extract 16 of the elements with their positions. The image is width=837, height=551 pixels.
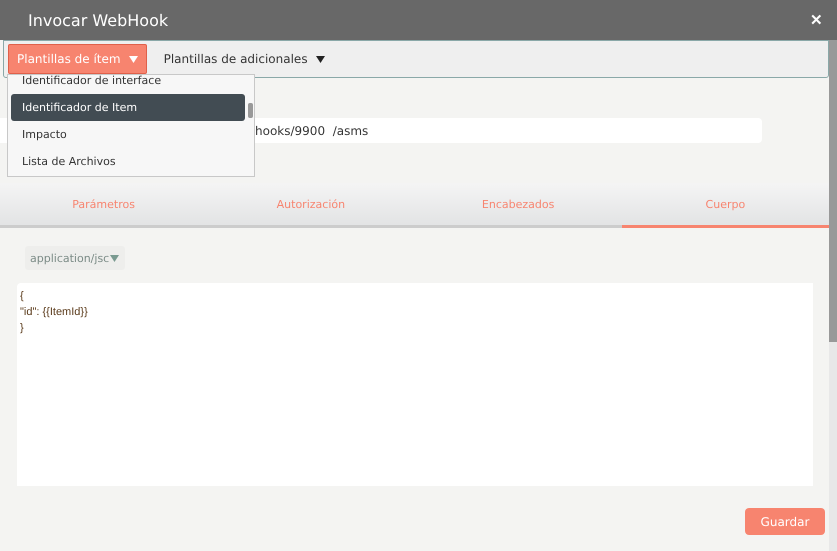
- scrollbar-thumb[interactable]: [248, 103, 253, 118]
- template-menu-button[interactable]: Plantillas de adicionales: [154, 44, 334, 74]
- scrollbar-thumb[interactable]: [829, 40, 837, 342]
- close-button[interactable]: ✕: [810, 11, 823, 29]
- menu-item[interactable]: Identificador de interface: [11, 75, 245, 94]
- caret-icon: [128, 56, 138, 62]
- caret-icon: [316, 56, 325, 62]
- code-line: {: [20, 289, 24, 304]
- menu-item[interactable]: Lista de Archivos: [11, 148, 245, 175]
- caret-icon: [110, 254, 120, 262]
- code-line: }: [20, 321, 24, 336]
- window-title: Invocar WebHook: [28, 10, 168, 30]
- body-editor[interactable]: { "id": {{ItemId}} }: [17, 283, 813, 486]
- code-line: "id": {{ItemId}}: [20, 305, 88, 320]
- content-type-select[interactable]: application/jsc: [25, 246, 125, 270]
- menu-item[interactable]: Identificador de Item: [11, 94, 245, 121]
